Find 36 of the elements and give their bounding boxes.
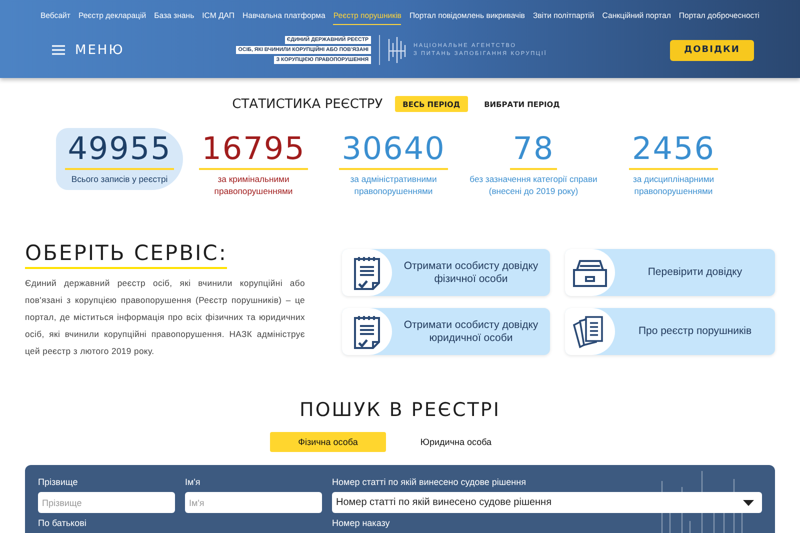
stat-label: Всього записів у реєстрі bbox=[70, 173, 169, 185]
service-button[interactable]: Отримати особисту довідку юридичної особи bbox=[342, 308, 550, 355]
stat-label: за дисциплінарними правопорушеннями bbox=[632, 173, 716, 197]
article-select[interactable]: Номер статті по якій винесено судове рішення bbox=[332, 492, 762, 513]
services-title: ОБЕРІТЬ СЕРВІС: bbox=[25, 241, 228, 269]
stat-value: 78 bbox=[510, 132, 558, 170]
service-button[interactable]: Отримати особисту довідку фізичної особи bbox=[342, 249, 550, 296]
stat-label: за адміністративними правопорушеннями bbox=[349, 173, 438, 197]
field-label: По батькові bbox=[38, 518, 88, 529]
registry-description: Єдиний державний реєстр осіб, які вчинили корупційні або пов'язані з корупцією правопорушення (Реєстр порушників) – це портал, де міститься інформація про всіх фізичних та юридичних осіб, які вчинили корупційні правопорушення. НАЗК адмініструє цей реєстр з лютого 2019 року. bbox=[25, 277, 305, 358]
input-field[interactable]: Ім'я bbox=[185, 492, 322, 513]
person-type-tab[interactable]: Фізична особа bbox=[270, 432, 386, 452]
stat-value: 30640 bbox=[338, 132, 448, 170]
dropdown-caret-icon bbox=[743, 500, 754, 506]
stat-value: 49955 bbox=[64, 132, 174, 170]
field-label: Прізвище bbox=[38, 477, 79, 488]
file-drawer-icon bbox=[572, 258, 608, 288]
certificates-button[interactable]: ДОВІДКИ bbox=[670, 40, 754, 60]
agency-logo-icon bbox=[388, 37, 408, 63]
search-title: ПОШУК В РЕЄСТРІ bbox=[298, 398, 502, 422]
menu-button[interactable]: МЕНЮ bbox=[52, 42, 124, 58]
stat-value: 2456 bbox=[629, 132, 718, 170]
field-label: Номер статті по якій винесено судове рішення bbox=[332, 477, 527, 488]
stat-label: без зазначення категорії справи (внесені до 2019 року) bbox=[468, 173, 598, 197]
checked-document-icon bbox=[353, 254, 381, 290]
checked-document-icon bbox=[353, 314, 381, 350]
field-label: Ім'я bbox=[185, 477, 202, 488]
service-button[interactable]: Про реєстр порушників bbox=[565, 308, 775, 355]
service-button[interactable]: Перевірити довідку bbox=[565, 249, 775, 296]
stat-label: за кримінальними правопорушеннями bbox=[213, 173, 294, 197]
person-type-tab[interactable]: Юридична особа bbox=[398, 432, 514, 452]
menu-icon bbox=[52, 45, 65, 55]
stat-value: 16795 bbox=[198, 132, 308, 170]
input-field[interactable]: Прізвище bbox=[38, 492, 175, 513]
field-label: Номер наказу bbox=[332, 518, 391, 529]
stats-title: СТАТИСТИКА РЕЄСТРУ bbox=[232, 96, 383, 112]
